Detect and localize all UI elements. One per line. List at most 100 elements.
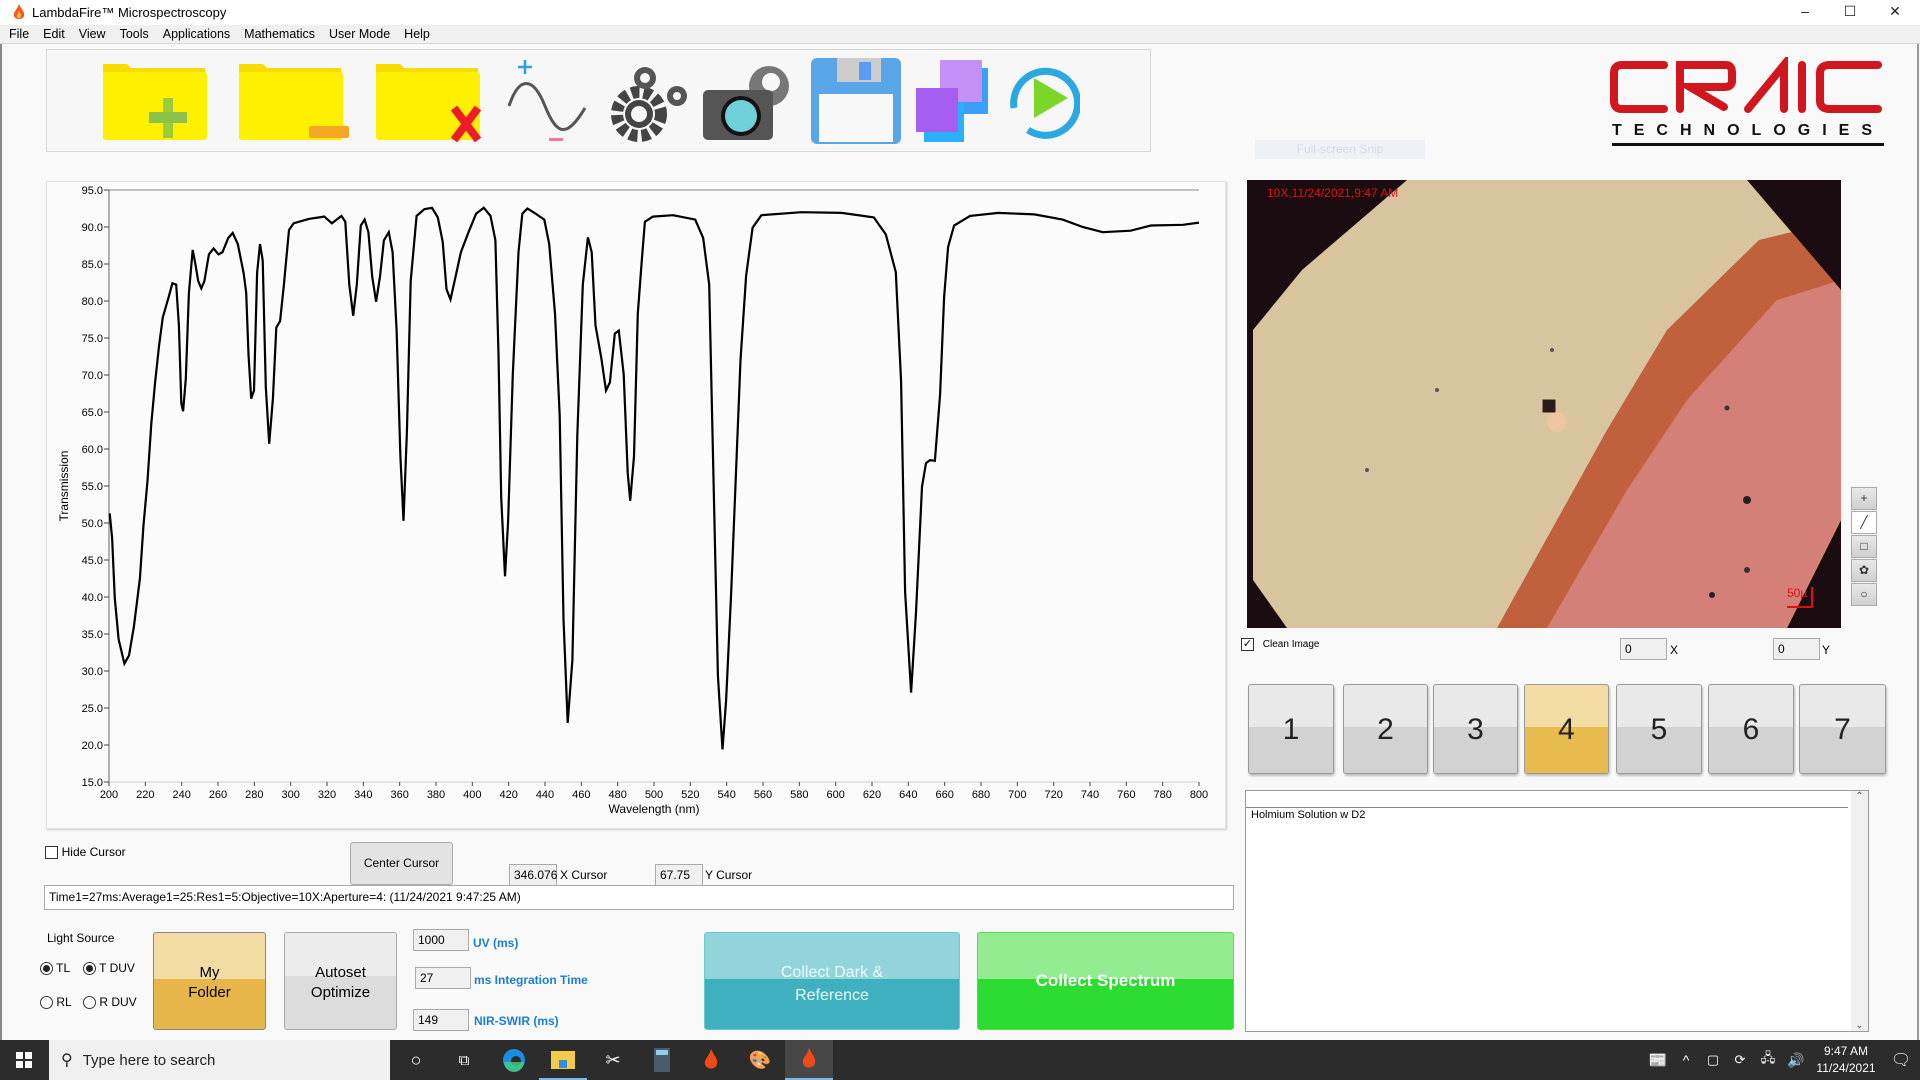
crosshair-tool-icon[interactable]: +	[1851, 487, 1877, 510]
cortana-icon[interactable]: ○	[392, 1040, 440, 1080]
y-tick-label: 20.0	[82, 740, 103, 752]
overlay-squares-icon[interactable]	[914, 56, 990, 148]
image-timestamp-overlay: 10X,11/24/2021,9:47 AM	[1267, 186, 1398, 200]
file-explorer-icon[interactable]	[539, 1040, 587, 1080]
delete-folder-icon[interactable]	[374, 56, 492, 148]
task-view-icon[interactable]: ⧉	[440, 1040, 488, 1080]
line-tool-icon[interactable]: ╱	[1851, 511, 1877, 534]
scroll-up-icon[interactable]: ⌃	[1851, 791, 1868, 802]
rectangle-tool-icon[interactable]: □	[1851, 535, 1877, 558]
taskbar-clock[interactable]: 9:47 AM 11/24/2021	[1810, 1043, 1882, 1077]
maximize-button[interactable]: ☐	[1827, 0, 1873, 25]
lambdafire-icon[interactable]	[687, 1040, 735, 1080]
lambdafire-active-icon[interactable]	[785, 1040, 833, 1080]
sync-tray-icon[interactable]: ⟳	[1726, 1040, 1754, 1080]
hide-cursor-checkbox[interactable]: Hide Cursor	[45, 844, 126, 860]
new-folder-icon[interactable]	[101, 56, 219, 148]
collect-spectrum-button[interactable]: Collect Spectrum	[977, 932, 1234, 1030]
slot-button-2[interactable]: 2	[1343, 684, 1428, 774]
close-button[interactable]: ✕	[1872, 0, 1918, 25]
full-screen-snip-button[interactable]: Full-screen Snip	[1255, 140, 1425, 159]
volume-icon[interactable]: 🔊	[1782, 1040, 1810, 1080]
center-cursor-button[interactable]: Center Cursor	[350, 842, 453, 885]
folder-minus-icon[interactable]	[237, 56, 355, 148]
checkmark-icon[interactable]: ✓	[1241, 638, 1254, 651]
x-tick-label: 600	[826, 789, 844, 801]
radio-dot[interactable]	[83, 996, 96, 1010]
scroll-down-icon[interactable]: ⌄	[1851, 1020, 1868, 1031]
radio-label: RL	[56, 995, 72, 1009]
slot-button-7[interactable]: 7	[1799, 684, 1886, 774]
show-hidden-icons-chevron-up-icon[interactable]: ^	[1672, 1040, 1700, 1080]
image-y-field[interactable]: 0	[1773, 638, 1820, 660]
camera-settings-icon[interactable]	[701, 56, 793, 148]
circle-tool-icon[interactable]: ○	[1851, 583, 1877, 606]
sine-wave-icon[interactable]	[505, 56, 597, 148]
freeform-tool-icon[interactable]: ✿	[1851, 559, 1877, 582]
uv-time-field[interactable]: 1000	[413, 929, 469, 951]
y-cursor-field[interactable]: 67.75	[655, 864, 703, 886]
menu-applications[interactable]: Applications	[163, 27, 230, 41]
network-icon[interactable]: 🖧	[1754, 1040, 1782, 1080]
y-tick-label: 95.0	[82, 185, 103, 197]
menu-help[interactable]: Help	[404, 27, 430, 41]
autoset-optimize-button[interactable]: Autoset Optimize	[284, 932, 397, 1030]
radio-t-duv[interactable]: T DUV	[83, 961, 135, 976]
status-text-field[interactable]: Time1=27ms:Average1=25:Res1=5:Objective=…	[44, 885, 1234, 910]
play-icon[interactable]	[1006, 56, 1080, 148]
x-cursor-field[interactable]: 346.076	[509, 864, 557, 886]
microscope-image[interactable]: 10X,11/24/2021,9:47 AM 50µ	[1247, 180, 1841, 628]
clean-image-checkbox[interactable]: ✓ Clean Image	[1241, 638, 1319, 651]
menu-tools[interactable]: Tools	[120, 27, 149, 41]
x-tick-label: 340	[354, 789, 372, 801]
slot-button-5[interactable]: 5	[1616, 684, 1702, 774]
settings-gears-icon[interactable]	[607, 56, 691, 148]
save-floppy-icon[interactable]	[809, 56, 902, 148]
menu-file[interactable]: File	[9, 27, 29, 41]
menu-user-mode[interactable]: User Mode	[329, 27, 390, 41]
window-border	[1917, 44, 1919, 1040]
plot-area[interactable]	[109, 190, 1199, 782]
minimize-button[interactable]: –	[1782, 0, 1828, 25]
slot-button-3[interactable]: 3	[1433, 684, 1518, 774]
search-icon: ⚲	[61, 1052, 73, 1069]
radio-r-duv[interactable]: R DUV	[83, 995, 137, 1010]
x-tick-label: 620	[863, 789, 881, 801]
y-cursor-label: Y Cursor	[705, 868, 753, 882]
radio-dot[interactable]	[40, 962, 53, 976]
menu-view[interactable]: View	[79, 27, 106, 41]
nir-swir-field[interactable]: 149	[413, 1009, 469, 1031]
y-tick-label: 55.0	[82, 481, 103, 493]
notes-scrollbar[interactable]: ⌃ ⌄	[1851, 791, 1868, 1031]
image-x-field[interactable]: 0	[1620, 638, 1667, 660]
radio-tl[interactable]: TL	[40, 961, 70, 976]
notifications-icon[interactable]: 🗨	[1882, 1040, 1920, 1080]
spectrum-chart[interactable]: 15.0 20.0 25.0 30.0 35.0 40.0 45.0 50.0 55.0 60.0…	[46, 181, 1226, 829]
slot-button-1[interactable]: 1	[1248, 684, 1334, 774]
snipping-tool-icon[interactable]: ✂	[589, 1040, 637, 1080]
menu-edit[interactable]: Edit	[43, 27, 65, 41]
slot-button-4[interactable]: 4	[1524, 684, 1609, 774]
radio-dot[interactable]	[40, 996, 53, 1010]
app-flame-icon	[13, 4, 25, 19]
hide-cursor-label: Hide Cursor	[61, 845, 126, 859]
edge-browser-icon[interactable]	[490, 1040, 538, 1080]
radio-rl[interactable]: RL	[40, 995, 72, 1010]
y-tick-label: 50.0	[82, 518, 103, 530]
menu-mathematics[interactable]: Mathematics	[244, 27, 315, 41]
checkbox-box[interactable]	[45, 846, 58, 860]
x-tick-label: 800	[1190, 789, 1208, 801]
paint-icon[interactable]: 🎨	[736, 1040, 784, 1080]
windows-start-icon[interactable]	[0, 1040, 48, 1080]
camera-tray-icon[interactable]: ▢	[1700, 1040, 1726, 1080]
integration-time-field[interactable]: 27	[415, 967, 471, 989]
my-folder-button[interactable]: My Folder	[153, 932, 266, 1030]
calculator-icon[interactable]	[638, 1040, 686, 1080]
x-tick-label: 460	[572, 789, 590, 801]
slot-button-6[interactable]: 6	[1708, 684, 1794, 774]
collect-dark-reference-button[interactable]: Collect Dark & Reference	[704, 932, 960, 1030]
notes-textarea[interactable]: Holmium Solution w D2 ⌃ ⌄	[1245, 790, 1869, 1032]
radio-dot[interactable]	[83, 962, 96, 976]
x-tick-label: 500	[645, 789, 663, 801]
taskbar-search-box[interactable]: ⚲ Type here to search	[49, 1040, 390, 1080]
